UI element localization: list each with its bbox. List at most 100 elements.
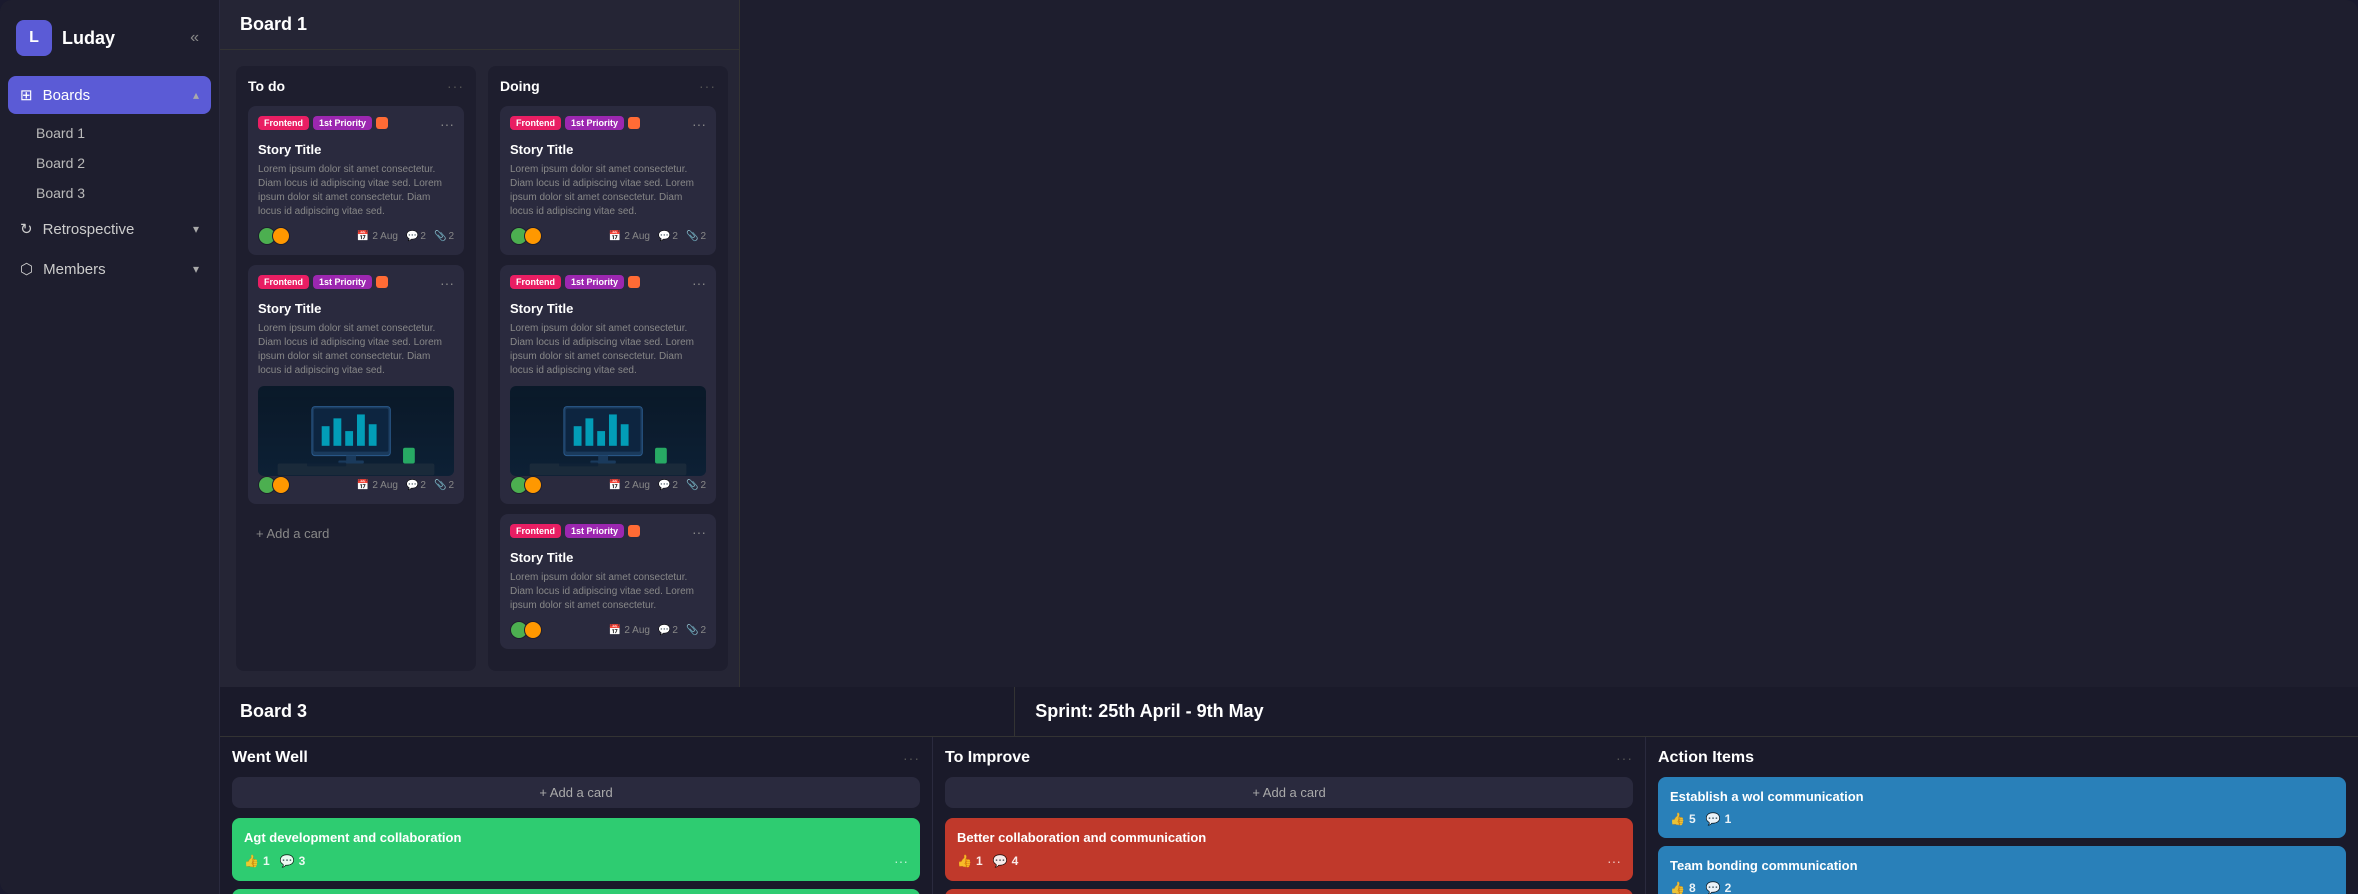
tag-frontend: Frontend — [258, 275, 309, 289]
retro-card[interactable]: Agt development and collaboration 👍 1 💬 … — [232, 818, 920, 881]
calendar-icon: 📅 — [357, 231, 369, 242]
card-attachments: 📎2 — [434, 480, 454, 491]
card-description: Lorem ipsum dolor sit amet consectetur. … — [258, 163, 454, 219]
app-container: L Luday « ⊞ Boards ▴ Board 1 Board 2 Boa… — [0, 0, 2358, 894]
desk-scene-svg2 — [510, 396, 706, 476]
sidebar-label-members: Members — [43, 261, 106, 278]
tag-priority: 1st Priority — [565, 275, 624, 289]
todo-column-menu[interactable]: ··· — [447, 78, 464, 94]
sprint-title: Sprint: 25th April - 9th May — [1035, 701, 1263, 721]
to-improve-column: To Improve ··· + Add a card Better colla… — [933, 737, 1646, 894]
retro-card-footer: 👍 8 💬 2 — [1670, 881, 2334, 894]
main-content: Board 1 To do ··· Frontend 1st Priority — [220, 0, 2358, 894]
sidebar-sub-board2[interactable]: Board 2 — [24, 148, 195, 178]
retro-comments: 💬 4 — [993, 854, 1019, 868]
boards-sub-menu: Board 1 Board 2 Board 3 — [8, 116, 211, 210]
boards-icon: ⊞ — [20, 86, 33, 104]
card-date: 📅 2 Aug — [357, 480, 398, 491]
kanban-card[interactable]: Frontend 1st Priority ··· Story Title Lo… — [248, 106, 464, 255]
card-menu-icon[interactable]: ··· — [692, 275, 706, 291]
card-description: Lorem ipsum dolor sit amet consectetur. … — [510, 163, 706, 219]
retro-card-title: Better collaboration and communication — [957, 830, 1621, 845]
retro-card-stats: 👍 1 💬 3 — [244, 854, 305, 868]
kanban-card[interactable]: Frontend 1st Priority ··· Story Title Lo… — [500, 265, 716, 504]
retro-card[interactable]: Team bonding communication 👍 8 💬 2 — [1658, 846, 2346, 894]
tag-orange — [628, 525, 640, 537]
went-well-add-button[interactable]: + Add a card — [232, 777, 920, 808]
sidebar-item-boards[interactable]: ⊞ Boards ▴ — [8, 76, 211, 114]
card-title: Story Title — [258, 301, 454, 316]
went-well-header: Went Well ··· — [232, 749, 920, 767]
tag-priority: 1st Priority — [313, 116, 372, 130]
collapse-button[interactable]: « — [186, 25, 203, 51]
card-description: Lorem ipsum dolor sit amet consectetur. … — [510, 571, 706, 613]
retro-card[interactable]: Bugs fix on bestdealnaija 👍 2 💬 6 ··· — [232, 889, 920, 894]
tag-frontend: Frontend — [510, 116, 561, 130]
went-well-menu[interactable]: ··· — [903, 750, 920, 766]
card-footer: 📅 2 Aug 💬 2 📎 2 — [510, 621, 706, 639]
card-attachments: 📎 2 — [686, 231, 706, 242]
retro-card-footer: 👍 5 💬 1 — [1670, 812, 2334, 826]
kanban-card[interactable]: Frontend 1st Priority ··· Story Title Lo… — [248, 265, 464, 504]
tag-frontend: Frontend — [510, 275, 561, 289]
card-menu-icon[interactable]: ··· — [692, 524, 706, 540]
card-comments: 💬 2 — [658, 480, 678, 491]
add-card-button[interactable]: + Add a card — [248, 518, 464, 549]
avatar — [524, 476, 542, 494]
to-improve-header: To Improve ··· — [945, 749, 1633, 767]
card-avatars — [258, 476, 290, 494]
card-footer: 📅 2 Aug 💬 2 📎 2 — [258, 227, 454, 245]
retro-card[interactable]: Better collaboration and communication 👍… — [945, 889, 1633, 894]
card-stats: 📅 2 Aug 💬2 📎2 — [357, 480, 454, 491]
card-title: Story Title — [510, 301, 706, 316]
tag-frontend: Frontend — [258, 116, 309, 130]
sidebar-label-retrospective: Retrospective — [43, 221, 135, 238]
sidebar-item-members[interactable]: ⬡ Members ▾ — [8, 250, 211, 288]
retro-likes: 👍 5 — [1670, 812, 1696, 826]
chevron-down-icon-members: ▾ — [193, 262, 199, 276]
retro-likes: 👍 8 — [1670, 881, 1696, 894]
board1-title: Board 1 — [220, 0, 739, 50]
doing-column-menu[interactable]: ··· — [699, 78, 716, 94]
board1-section: Board 1 To do ··· Frontend 1st Priority — [220, 0, 740, 687]
tag-priority: 1st Priority — [313, 275, 372, 289]
card-attachments: 📎 2 — [686, 625, 706, 636]
card-description: Lorem ipsum dolor sit amet consectetur. … — [258, 322, 454, 378]
card-date: 📅 2 Aug — [609, 480, 650, 491]
card-menu-icon[interactable]: ··· — [692, 116, 706, 132]
to-improve-add-button[interactable]: + Add a card — [945, 777, 1633, 808]
card-date: 📅 2 Aug — [609, 625, 650, 636]
calendar-icon: 📅 — [357, 480, 369, 491]
card-footer: 📅 2 Aug 💬 2 📎 2 — [510, 476, 706, 494]
card-comments: 💬 2 — [658, 625, 678, 636]
kanban-card[interactable]: Frontend 1st Priority ··· Story Title Lo… — [500, 106, 716, 255]
retro-card-menu[interactable]: ··· — [1607, 853, 1621, 869]
card-tags: Frontend 1st Priority — [510, 524, 640, 538]
kanban-card[interactable]: Frontend 1st Priority ··· Story Title Lo… — [500, 514, 716, 649]
card-comments: 💬 2 — [658, 231, 678, 242]
sidebar-sub-board1[interactable]: Board 1 — [24, 118, 195, 148]
chevron-up-icon: ▴ — [193, 88, 199, 102]
retro-card-stats: 👍 1 💬 4 — [957, 854, 1018, 868]
card-avatars — [510, 476, 542, 494]
went-well-column: Went Well ··· + Add a card Agt developme… — [220, 737, 933, 894]
to-improve-menu[interactable]: ··· — [1616, 750, 1633, 766]
card-tags: Frontend 1st Priority — [510, 116, 640, 130]
card-menu-icon[interactable]: ··· — [440, 116, 454, 132]
card-description: Lorem ipsum dolor sit amet consectetur. … — [510, 322, 706, 378]
todo-column: To do ··· Frontend 1st Priority ··· — [236, 66, 476, 671]
card-image — [510, 386, 706, 476]
sidebar-item-retrospective[interactable]: ↻ Retrospective ▾ — [8, 210, 211, 248]
right-header: Board 3 Sprint: 25th April - 9th May — [220, 687, 2358, 737]
sidebar-sub-board3[interactable]: Board 3 — [24, 178, 195, 208]
logo-icon: L — [16, 20, 52, 56]
desk-scene-svg — [258, 396, 454, 476]
retro-card[interactable]: Establish a wol communication 👍 5 💬 1 — [1658, 777, 2346, 838]
retrospective-icon: ↻ — [20, 220, 33, 238]
retro-card-footer: 👍 1 💬 4 ··· — [957, 853, 1621, 869]
card-footer: 📅 2 Aug 💬 2 📎 2 — [510, 227, 706, 245]
retro-card-menu[interactable]: ··· — [894, 853, 908, 869]
card-menu-icon[interactable]: ··· — [440, 275, 454, 291]
retro-card[interactable]: Better collaboration and communication 👍… — [945, 818, 1633, 881]
card-comments: 💬2 — [406, 480, 426, 491]
